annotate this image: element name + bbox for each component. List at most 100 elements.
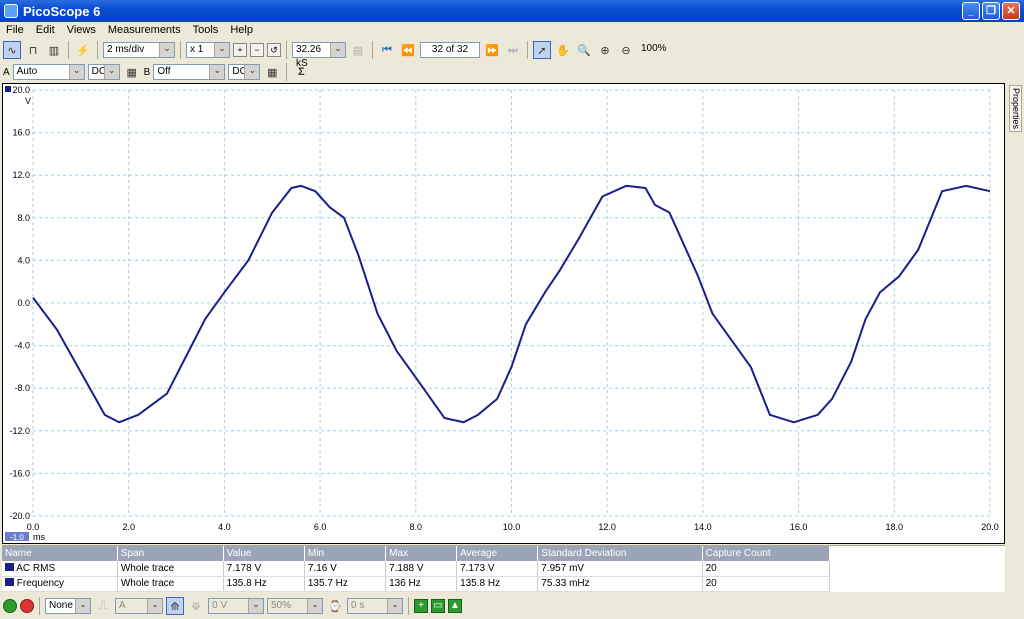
waveform-chart[interactable]: 0.0 2.0 4.0 6.0 8.0 10.0 12.0 14.0 16.0 18.0 20.0 2… xyxy=(3,84,1004,543)
pointer-tool-icon[interactable]: ➚ xyxy=(533,41,551,59)
main-toolbar: ∿ ⊓ ▥ ⚡ 2 ms/div x 1 + − ↺ 32.26 kS ▤ ⏮ … xyxy=(0,39,1024,69)
y-axis-unit: V xyxy=(25,96,31,106)
measurement-cell: 7.178 V xyxy=(223,561,305,577)
x-tick-label: 0.0 xyxy=(27,522,40,532)
channel-b-options-icon[interactable]: ▦ xyxy=(263,63,281,81)
x-tick-label: 20.0 xyxy=(981,522,999,532)
delay-icon[interactable]: ⌚ xyxy=(326,597,344,615)
zoom-out-factor-button[interactable]: − xyxy=(250,43,264,57)
minimize-button[interactable]: _ xyxy=(962,2,980,20)
column-header[interactable]: Value xyxy=(223,546,305,561)
y-tick-label: -4.0 xyxy=(14,341,30,351)
notes-icon[interactable]: ▭ xyxy=(431,599,445,613)
spectrum-mode-icon[interactable]: ▥ xyxy=(45,41,63,59)
properties-tab[interactable]: Properties xyxy=(1009,85,1022,132)
buffer-position-field[interactable]: 32 of 32 xyxy=(420,42,480,58)
menu-help[interactable]: Help xyxy=(224,24,259,36)
start-icon[interactable] xyxy=(3,599,17,613)
menu-measurements[interactable]: Measurements xyxy=(102,24,187,36)
menu-tools[interactable]: Tools xyxy=(187,24,225,36)
column-header[interactable]: Min xyxy=(304,546,387,561)
measurement-cell: 135.7 Hz xyxy=(304,576,387,592)
measurement-row[interactable]: AC RMS Whole trace 7.178 V 7.16 V 7.188 V 7.1… xyxy=(2,561,831,577)
zoom-factor-select[interactable]: x 1 xyxy=(186,42,230,58)
menu-file[interactable]: File xyxy=(0,24,30,36)
persistence-mode-icon[interactable]: ⊓ xyxy=(24,41,42,59)
y-tick-label: 8.0 xyxy=(17,213,30,223)
channel-a-label: A xyxy=(3,66,10,78)
add-ruler-icon[interactable]: + xyxy=(414,599,428,613)
resolution-icon[interactable]: ▤ xyxy=(349,41,367,59)
close-button[interactable]: ✕ xyxy=(1002,2,1020,20)
measurement-row[interactable]: Frequency Whole trace 135.8 Hz 135.7 Hz 136 … xyxy=(2,576,831,592)
channel-labels-icon[interactable]: ▲ xyxy=(448,599,462,613)
measurement-cell: 7.188 V xyxy=(385,561,458,577)
zoom-tool-icon[interactable]: 🔍 xyxy=(575,41,593,59)
measurement-cell: 135.8 Hz xyxy=(223,576,305,592)
column-header[interactable]: Capture Count xyxy=(702,546,831,561)
trigger-channel-select[interactable]: A xyxy=(115,598,163,614)
timebase-select[interactable]: 2 ms/div xyxy=(103,42,175,58)
channel-b-range-select[interactable]: Off xyxy=(153,64,226,80)
x-tick-label: 14.0 xyxy=(694,522,712,532)
measurements-panel: Name Span Value Min Max Average Standard Devia… xyxy=(2,545,1005,592)
toolbar-divider xyxy=(527,41,528,59)
sample-count-spinner[interactable]: 32.26 kS xyxy=(292,42,346,69)
trigger-toolbar: None ⎍ A ⟰ ⟱ 0 V 50% ⌚ 0 s + ▭ ▲ xyxy=(0,596,1024,616)
zoom-percent[interactable]: 100% xyxy=(638,42,668,58)
scope-mode-icon[interactable]: ∿ xyxy=(3,41,21,59)
y-tick-label: -8.0 xyxy=(14,383,30,393)
toolbar-divider xyxy=(39,597,40,615)
y-tick-label: 16.0 xyxy=(12,128,30,138)
restore-button[interactable]: ❐ xyxy=(982,2,1000,20)
channel-a-range-select[interactable]: Auto xyxy=(12,64,85,80)
trigger-delay-spinner[interactable]: 0 s xyxy=(347,598,403,614)
probe-icon[interactable]: ⚡ xyxy=(74,41,92,59)
measurements-header-row: Name Span Value Min Max Average Standard Devia… xyxy=(2,546,831,561)
y-tick-label: 0.0 xyxy=(17,298,30,308)
column-header[interactable]: Span xyxy=(117,546,224,561)
hand-tool-icon[interactable]: ✋ xyxy=(554,41,572,59)
toolbar-divider xyxy=(408,597,409,615)
last-buffer-icon[interactable]: ⏭ xyxy=(504,41,522,59)
ruler-value: -1.0 xyxy=(10,533,24,542)
channel-b-coupling-select[interactable]: DC xyxy=(228,64,261,80)
menu-views[interactable]: Views xyxy=(61,24,102,36)
y-tick-label: 20.0 xyxy=(12,85,30,95)
pretrigger-spinner[interactable]: 50% xyxy=(267,598,323,614)
rising-edge-icon[interactable]: ⟰ xyxy=(166,597,184,615)
measurements-panel-controls[interactable]: ▁ ▢ xyxy=(979,548,999,559)
column-header[interactable]: Average xyxy=(456,546,539,561)
column-header[interactable]: Name xyxy=(2,546,118,561)
previous-buffer-icon[interactable]: ⏪ xyxy=(399,41,417,59)
channel-a-swatch xyxy=(5,578,14,586)
zoom-in-factor-button[interactable]: + xyxy=(233,43,247,57)
measurement-cell: 7.173 V xyxy=(456,561,539,577)
measurement-cell: 20 xyxy=(702,576,831,592)
measurement-cell: AC RMS xyxy=(2,561,118,577)
measurement-cell: 20 xyxy=(702,561,831,577)
zoom-in-icon[interactable]: ⊕ xyxy=(596,41,614,59)
y-tick-label: -12.0 xyxy=(9,426,30,436)
toolbar-divider xyxy=(286,41,287,59)
column-header[interactable]: Standard Deviation xyxy=(537,546,703,561)
next-buffer-icon[interactable]: ⏩ xyxy=(483,41,501,59)
channel-a-coupling-select[interactable]: DC xyxy=(87,64,120,80)
measurement-cell: 75.33 mHz xyxy=(537,576,703,592)
math-channels-icon[interactable]: Σ xyxy=(292,63,310,81)
trigger-level-spinner[interactable]: 0 V xyxy=(208,598,264,614)
menu-edit[interactable]: Edit xyxy=(30,24,61,36)
reset-factor-button[interactable]: ↺ xyxy=(267,43,281,57)
toolbar-divider xyxy=(180,41,181,59)
column-header[interactable]: Max xyxy=(385,546,458,561)
trigger-mode-select[interactable]: None xyxy=(45,598,91,614)
x-tick-label: 10.0 xyxy=(503,522,521,532)
channel-b-label: B xyxy=(143,66,151,78)
stop-icon[interactable] xyxy=(20,599,34,613)
advanced-trigger-icon[interactable]: ⎍ xyxy=(94,597,112,615)
channel-a-options-icon[interactable]: ▦ xyxy=(123,63,141,81)
falling-edge-icon[interactable]: ⟱ xyxy=(187,597,205,615)
zoom-out-icon[interactable]: ⊖ xyxy=(617,41,635,59)
first-buffer-icon[interactable]: ⏮ xyxy=(378,41,396,59)
scope-view[interactable]: 0.0 2.0 4.0 6.0 8.0 10.0 12.0 14.0 16.0 18.0 20.0 2… xyxy=(2,83,1005,544)
